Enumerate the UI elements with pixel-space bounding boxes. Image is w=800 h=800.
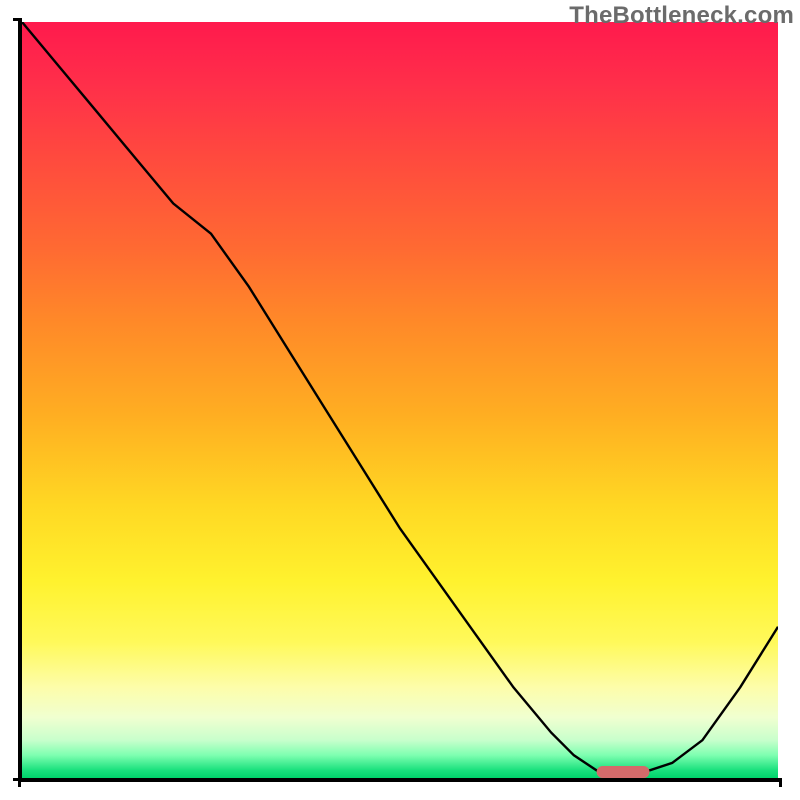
plot-area <box>22 22 778 778</box>
curve-layer <box>22 22 778 778</box>
x-tick <box>18 778 21 787</box>
bottleneck-chart: TheBottleneck.com <box>0 0 800 800</box>
watermark-text: TheBottleneck.com <box>569 2 794 30</box>
x-axis <box>18 778 782 782</box>
bottleneck-curve <box>22 22 778 770</box>
x-tick <box>779 778 782 787</box>
optimal-range-marker <box>597 766 650 778</box>
y-axis <box>18 18 22 782</box>
y-tick <box>13 18 22 21</box>
